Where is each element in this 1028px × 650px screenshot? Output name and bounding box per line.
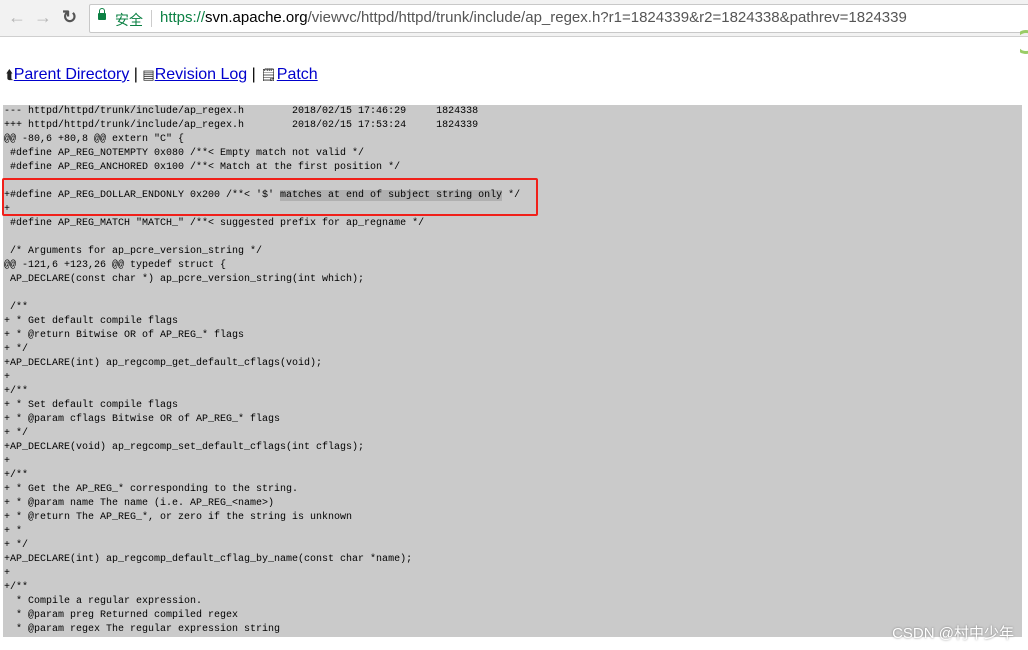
diff-line: + * @return The AP_REG_*, or zero if the… [4,511,352,525]
parent-directory-link[interactable]: Parent Directory [14,66,130,83]
watermark: CSDN @村中少年 [892,625,1014,642]
diff-line-text: +AP_DECLARE(void) ap_regcomp_set_default… [4,442,365,453]
diff-line: +/** [4,581,28,595]
url-text[interactable]: https://svn.apache.org/viewvc/httpd/http… [160,9,907,26]
diff-line-text: + * @return Bitwise OR of AP_REG_* flags [4,330,245,341]
separator: | [133,66,138,83]
diff-line: #define AP_REG_NOTEMPTY 0x080 /**< Empty… [4,147,364,161]
log-icon: ▤ [142,67,155,82]
diff-line-text: #define AP_REG_ANCHORED 0x100 /**< Match… [4,162,401,173]
diff-line: +/** [4,469,28,483]
forward-arrow-icon[interactable]: → [34,7,52,28]
diff-line-text: +++ httpd/httpd/trunk/include/ap_regex.h… [4,120,479,131]
diff-line-text: + * Get the AP_REG_* corresponding to th… [4,484,299,495]
diff-line-text: + * @return The AP_REG_*, or zero if the… [4,512,353,523]
diff-line-text: +/** [4,470,29,481]
diff-line: * Compile a regular expression. [4,595,202,609]
diff-line-text: + * @param cflags Bitwise OR of AP_REG_*… [4,414,281,425]
diff-line: + * @param cflags Bitwise OR of AP_REG_*… [4,413,280,427]
diff-line: +/** [4,385,28,399]
diff-line-text: #define AP_REG_MATCH "MATCH_" /**< sugge… [4,218,425,229]
diff-line: * @param preg Returned compiled regex [4,609,238,623]
diff-line-text: @@ -80,6 +80,8 @@ extern "C" { [4,134,185,145]
diff-line-text: @@ -121,6 +123,26 @@ typedef struct { [4,260,227,271]
diff-line: + * [4,525,22,539]
back-arrow-icon[interactable]: ← [8,7,26,28]
diff-line: + */ [4,343,28,357]
diff-line: /* Arguments for ap_pcre_version_string … [4,245,262,259]
diff-line: + [4,371,10,385]
diff-line-text: AP_DECLARE(const char *) ap_pcre_version… [4,274,365,285]
diff-line-text: +AP_DECLARE(int) ap_regcomp_default_cfla… [4,554,413,565]
diff-line: @@ -80,6 +80,8 @@ extern "C" { [4,133,184,147]
diff-line-text: #define AP_REG_NOTEMPTY 0x080 /**< Empty… [4,148,365,159]
diff-line: + [4,567,10,581]
diff-line: +AP_DECLARE(int) ap_regcomp_default_cfla… [4,553,412,567]
parent-directory-icon: ⮬ [6,67,14,82]
diff-line-text: + [4,568,11,579]
reload-icon[interactable]: ↻ [62,7,77,28]
diff-line: + * Get the AP_REG_* corresponding to th… [4,483,298,497]
diff-line-text: * @param preg Returned compiled regex [4,610,239,621]
diff-line: @@ -121,6 +123,26 @@ typedef struct { [4,259,226,273]
diff-line-text: + */ [4,540,29,551]
diff-line: +AP_DECLARE(int) ap_regcomp_get_default_… [4,357,322,371]
revision-log-link[interactable]: Revision Log [155,66,248,83]
separator: | [251,66,256,83]
diff-line-text: + * [4,526,23,537]
url-scheme: https:// [160,9,206,26]
diff-line: + * Get default compile flags [4,315,178,329]
diff-line-text: + */ [4,428,29,439]
diff-line: /** [4,301,28,315]
diff-line: #define AP_REG_MATCH "MATCH_" /**< sugge… [4,217,424,231]
url-host: svn.apache.org [205,9,308,26]
diff-line-text: + [4,456,11,467]
nav-links: ⮬Parent Directory | ▤Revision Log | 🗒Pat… [6,66,318,84]
diff-line-text: +AP_DECLARE(int) ap_regcomp_get_default_… [4,358,323,369]
secure-label: 安全 [115,12,143,28]
diff-line-text: + */ [4,344,29,355]
diff-line: +AP_DECLARE(void) ap_regcomp_set_default… [4,441,364,455]
diff-line: #define AP_REG_ANCHORED 0x100 /**< Match… [4,161,400,175]
browser-toolbar: ← → ↻ 安全 https://svn.apache.org/viewvc/h… [0,0,1028,37]
lock-icon [98,8,106,20]
diff-line: + */ [4,539,28,553]
diff-line: + * @param name The name (i.e. AP_REG_<n… [4,497,274,511]
diff-line-text: * Compile a regular expression. [4,596,203,607]
diff-line-text: +/** [4,386,29,397]
diff-line: + * @return Bitwise OR of AP_REG_* flags [4,329,244,343]
diff-line-text: /** [4,302,29,313]
diff-line: +++ httpd/httpd/trunk/include/ap_regex.h… [4,119,478,133]
patch-link[interactable]: Patch [277,66,318,83]
url-path: /viewvc/httpd/httpd/trunk/include/ap_reg… [307,9,907,26]
diff-line-text: +/** [4,582,29,593]
diff-line: + * Set default compile flags [4,399,178,413]
diff-line-text: /* Arguments for ap_pcre_version_string … [4,246,263,257]
diff-line-text: * @param regex The regular expression st… [4,624,281,635]
divider [151,10,152,27]
patch-icon: 🗒 [260,67,277,82]
diff-line-text: + * @param name The name (i.e. AP_REG_<n… [4,498,275,509]
diff-line: --- httpd/httpd/trunk/include/ap_regex.h… [4,105,478,119]
diff-line: AP_DECLARE(const char *) ap_pcre_version… [4,273,364,287]
diff-line: + [4,455,10,469]
annotation-box [2,178,538,216]
diff-line-text: + * Get default compile flags [4,316,179,327]
diff-line: + */ [4,427,28,441]
diff-line-text: + * Set default compile flags [4,400,179,411]
diff-line-text: --- httpd/httpd/trunk/include/ap_regex.h… [4,106,479,117]
address-bar[interactable]: 安全 https://svn.apache.org/viewvc/httpd/h… [89,4,1028,33]
diff-line: * @param regex The regular expression st… [4,623,280,637]
diff-line-text: + [4,372,11,383]
